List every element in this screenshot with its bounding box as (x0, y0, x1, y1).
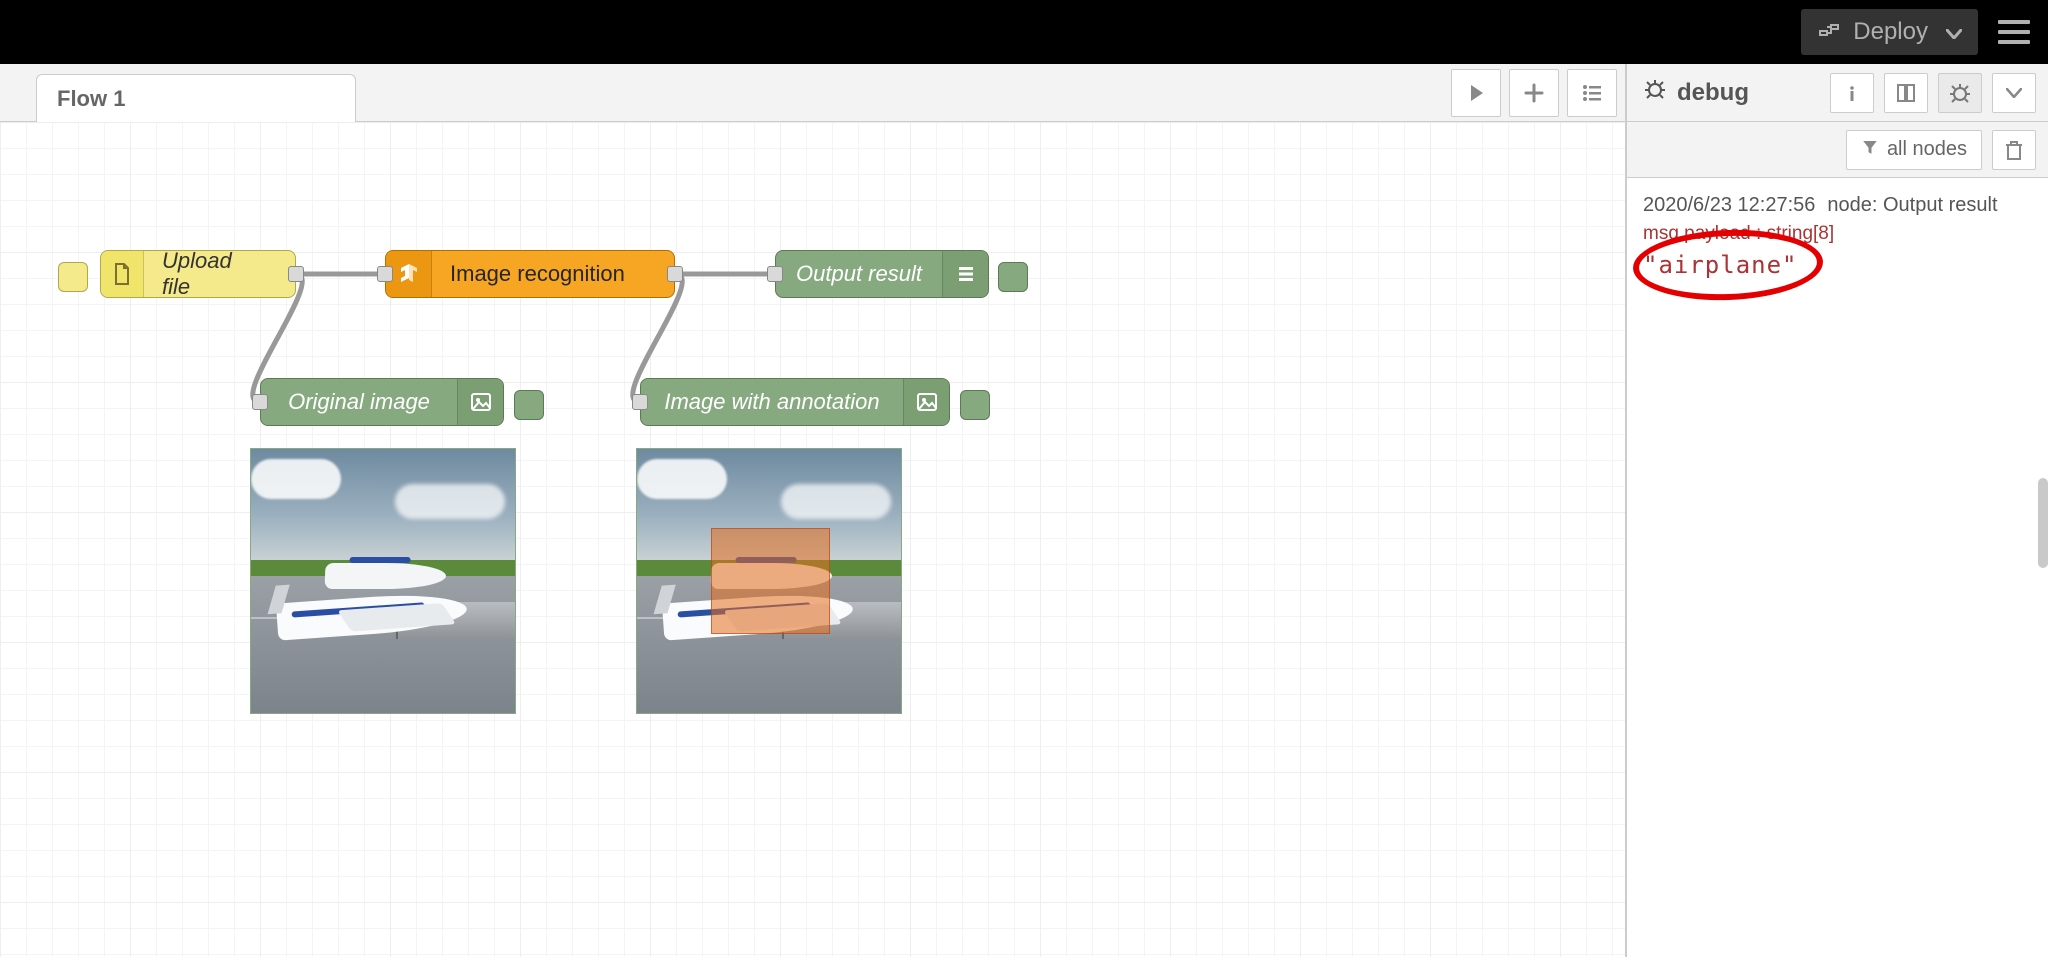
deploy-label: Deploy (1853, 18, 1928, 46)
node-label: Output result (776, 261, 942, 287)
node-label: Original image (261, 389, 457, 415)
node-upload-trigger[interactable] (58, 262, 88, 292)
debug-filter-button[interactable]: all nodes (1846, 130, 1982, 170)
filter-icon (1861, 138, 1879, 162)
node-original-status[interactable] (514, 390, 544, 420)
node-label: Upload file (144, 248, 277, 300)
debug-type-line: msg.payload : string[8] (1643, 223, 2032, 245)
sidebar-tab-menu[interactable] (1992, 73, 2036, 113)
preview-annotated-image (636, 448, 902, 714)
debug-msg-header: 2020/6/23 12:27:56 node: Output result (1643, 194, 2032, 217)
app-header: Deploy (0, 0, 2048, 64)
debug-messages[interactable]: 2020/6/23 12:27:56 node: Output result m… (1627, 178, 2048, 957)
node-label: Image recognition (432, 261, 643, 287)
sidebar-tab-info[interactable] (1830, 73, 1874, 113)
sidebar-header: debug (1627, 64, 2048, 122)
preview-original-image (250, 448, 516, 714)
file-icon (101, 251, 144, 297)
node-annotated-status[interactable] (960, 390, 990, 420)
port-out[interactable] (288, 266, 304, 282)
menu-button[interactable] (1998, 20, 2030, 44)
port-in[interactable] (377, 266, 393, 282)
node-output-result[interactable]: Output result (775, 250, 989, 298)
filter-label: all nodes (1887, 138, 1967, 161)
port-out[interactable] (667, 266, 683, 282)
tabs-list-button[interactable] (1567, 69, 1617, 117)
port-in[interactable] (767, 266, 783, 282)
debug-payload-value: "airplane" (1643, 251, 2032, 279)
scrollbar[interactable] (2038, 478, 2048, 568)
port-in[interactable] (252, 394, 268, 410)
workspace: Flow 1 (0, 64, 1626, 957)
image-icon (903, 379, 949, 425)
canvas[interactable]: Upload file Image recognition Output res… (0, 122, 1625, 957)
tab-flow-1[interactable]: Flow 1 (36, 74, 356, 122)
node-label: Image with annotation (641, 389, 903, 415)
debug-source: node: Output result (1827, 194, 1997, 217)
node-image-recognition[interactable]: Image recognition (385, 250, 675, 298)
tab-label: Flow 1 (57, 86, 125, 112)
node-annotated-image[interactable]: Image with annotation (640, 378, 950, 426)
subflow-run-button[interactable] (1451, 69, 1501, 117)
port-in[interactable] (632, 394, 648, 410)
add-tab-button[interactable] (1509, 69, 1559, 117)
debug-toolbar: all nodes (1627, 122, 2048, 178)
sidebar-tab-help[interactable] (1884, 73, 1928, 113)
deploy-button[interactable]: Deploy (1801, 9, 1978, 55)
node-output-status[interactable] (998, 262, 1028, 292)
node-original-image[interactable]: Original image (260, 378, 504, 426)
debug-icon (942, 251, 988, 297)
bug-icon (1643, 77, 1667, 108)
sidebar: debug al (1626, 64, 2048, 957)
app-body: Flow 1 (0, 64, 2048, 957)
tabs-bar: Flow 1 (0, 64, 1625, 122)
deploy-icon (1817, 20, 1841, 44)
debug-clear-button[interactable] (1992, 130, 2036, 170)
sidebar-tab-debug[interactable] (1938, 73, 1982, 113)
debug-timestamp: 2020/6/23 12:27:56 (1643, 194, 1815, 217)
chevron-down-icon (1946, 18, 1962, 46)
annotation-bounding-box (711, 528, 830, 634)
image-icon (457, 379, 503, 425)
node-upload-file[interactable]: Upload file (100, 250, 296, 298)
sidebar-title: debug (1677, 79, 1749, 107)
